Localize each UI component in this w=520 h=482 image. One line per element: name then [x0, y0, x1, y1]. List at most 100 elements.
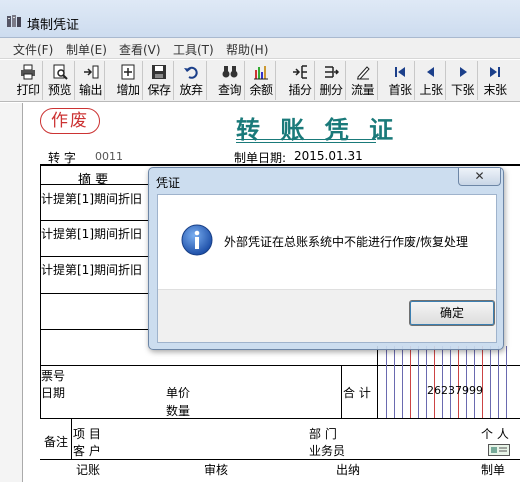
- binoculars-icon: [222, 66, 237, 78]
- amount-line: [498, 346, 499, 418]
- grid-line: [341, 365, 342, 418]
- menu-view[interactable]: 查看(V): [119, 41, 161, 58]
- customer-label: 客 户: [73, 444, 101, 458]
- close-button[interactable]: ✕: [458, 168, 501, 186]
- toolbar: 打印 预览 输出 增加 保存 放弃 查询 余额 插分 删分 流量 首张 上张 下…: [0, 60, 520, 102]
- grid-line: [40, 293, 150, 294]
- menu-file[interactable]: 文件(F): [13, 41, 53, 58]
- menu-make[interactable]: 制单(E): [66, 41, 107, 58]
- insert-entry-button[interactable]: 插分: [286, 61, 315, 100]
- ok-button[interactable]: 确定: [409, 300, 495, 326]
- maker-label: 制单: [481, 463, 506, 477]
- amount-line: [426, 346, 427, 418]
- grid-line: [40, 365, 520, 366]
- pen-icon: [356, 66, 370, 80]
- amount-line: [474, 346, 475, 418]
- menu-tools[interactable]: 工具(T): [173, 41, 214, 58]
- query-button[interactable]: 查询: [215, 61, 245, 100]
- title-underline: [236, 139, 376, 140]
- print-button[interactable]: 打印: [14, 61, 43, 100]
- individual-label: 个 人: [481, 427, 509, 441]
- cash-flow-button[interactable]: 流量: [348, 61, 378, 100]
- export-button[interactable]: 输出: [77, 61, 105, 100]
- ledger-icon: [7, 15, 21, 27]
- amount-line: [418, 346, 419, 418]
- amount-line: [506, 346, 507, 418]
- reviewer-label: 审核: [204, 463, 229, 477]
- grid-line: [40, 329, 150, 330]
- delete-entry-button[interactable]: 删分: [317, 61, 346, 100]
- next-icon: [459, 67, 467, 77]
- quantity-label: 数量: [166, 404, 191, 418]
- amount-line: [410, 346, 411, 418]
- menu-help[interactable]: 帮助(H): [226, 41, 268, 58]
- add-button[interactable]: 增加: [114, 61, 143, 100]
- save-button[interactable]: 保存: [145, 61, 174, 100]
- amount-line: [490, 346, 491, 418]
- preview-icon: [53, 64, 68, 80]
- total-amount: 26237999: [427, 384, 483, 397]
- grid-line: [377, 346, 378, 418]
- info-icon: [181, 224, 213, 256]
- ticket-date-label: 日期: [41, 386, 66, 400]
- voucher-number[interactable]: 0011: [95, 150, 123, 163]
- balance-button[interactable]: 余额: [247, 61, 276, 100]
- undo-icon: [184, 66, 198, 79]
- amount-line: [394, 346, 395, 418]
- export-icon: [83, 65, 98, 79]
- bookkeeper-label: 记账: [76, 463, 101, 477]
- amount-line: [458, 346, 459, 418]
- preview-button[interactable]: 预览: [45, 61, 75, 100]
- amount-line: [466, 346, 467, 418]
- last-icon: [490, 67, 500, 77]
- printer-icon: [21, 64, 35, 80]
- amount-line: [386, 346, 387, 418]
- summary-header: 摘 要: [78, 173, 109, 188]
- grid-line: [40, 459, 520, 460]
- amount-line: [442, 346, 443, 418]
- amount-line: [434, 346, 435, 418]
- void-stamp: 作废: [40, 108, 100, 134]
- save-icon: [152, 65, 166, 79]
- menu-bar: 文件(F) 制单(E) 查看(V) 工具(T) 帮助(H): [0, 38, 520, 59]
- first-voucher-button[interactable]: 首张: [386, 61, 415, 100]
- title-underline: [236, 142, 376, 143]
- close-icon: ✕: [474, 169, 485, 183]
- dialog-message: 外部凭证在总账系统中不能进行作废/恢复处理: [224, 235, 469, 249]
- grid-line: [40, 256, 150, 257]
- grid-line: [71, 418, 72, 459]
- title-bar: 填制凭证: [0, 0, 520, 38]
- next-voucher-button[interactable]: 下张: [448, 61, 478, 100]
- first-icon: [395, 67, 405, 77]
- total-label: 合 计: [343, 386, 371, 400]
- amount-line: [482, 346, 483, 418]
- message-dialog: 凭证 ✕ 外部凭证在总账系统中不能进行作废/恢复处理 确定: [148, 167, 504, 350]
- discard-button[interactable]: 放弃: [176, 61, 207, 100]
- delete-row-icon: [325, 66, 339, 78]
- add-icon: [121, 64, 135, 80]
- ticket-number-label: 票号: [41, 369, 66, 383]
- amount-line: [450, 346, 451, 418]
- department-label: 部 门: [309, 427, 337, 441]
- amount-line: [402, 346, 403, 418]
- dialog-body: 外部凭证在总账系统中不能进行作废/恢复处理 确定: [157, 194, 497, 343]
- previous-icon: [427, 67, 434, 77]
- last-voucher-button[interactable]: 末张: [480, 61, 510, 100]
- dialog-footer: 确定: [158, 289, 496, 342]
- remark-label: 备注: [44, 435, 69, 449]
- card-icon: [488, 444, 510, 456]
- voucher-date[interactable]: 2015.01.31: [294, 149, 363, 163]
- bar-chart-icon: [254, 66, 268, 80]
- project-label: 项 目: [73, 427, 101, 441]
- window-title: 填制凭证: [27, 18, 80, 33]
- cashier-label: 出纳: [336, 463, 361, 477]
- entry-summary[interactable]: 计提第[1]期间折旧: [41, 190, 142, 207]
- grid-line: [40, 220, 150, 221]
- entry-summary[interactable]: 计提第[1]期间折旧: [41, 225, 142, 242]
- dialog-title: 凭证: [156, 176, 181, 190]
- unit-price-label: 单价: [166, 386, 191, 400]
- salesperson-label: 业务员: [309, 444, 346, 458]
- insert-row-icon: [293, 65, 307, 79]
- previous-voucher-button[interactable]: 上张: [417, 61, 446, 100]
- entry-summary[interactable]: 计提第[1]期间折旧: [41, 261, 142, 278]
